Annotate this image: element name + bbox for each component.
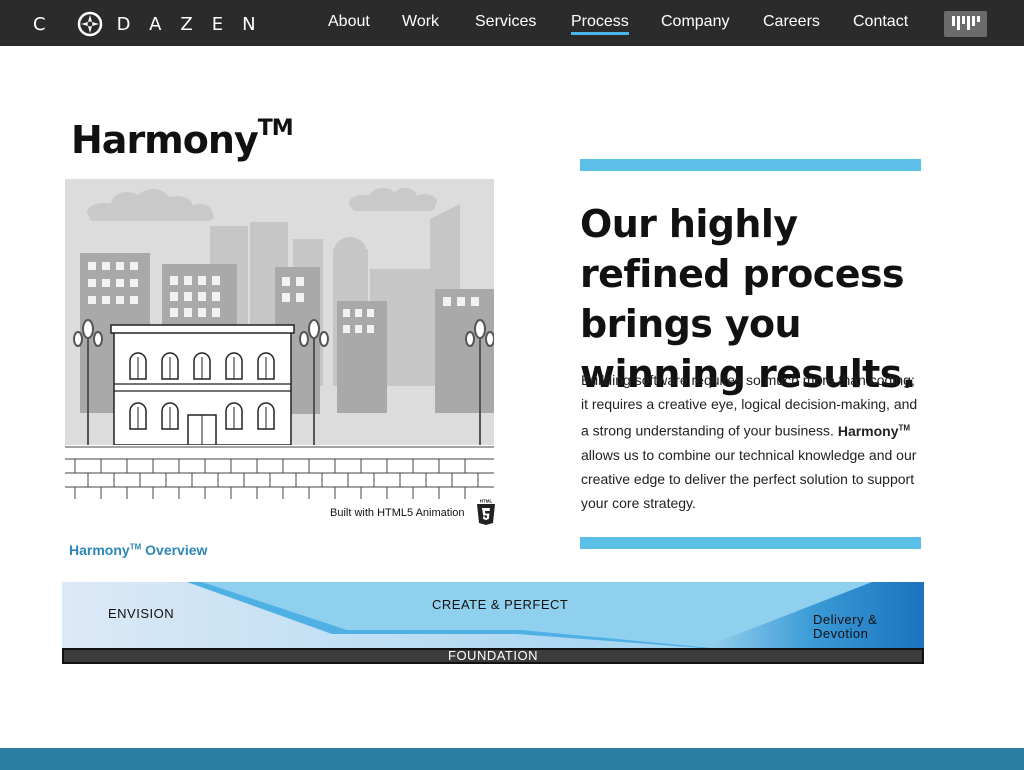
logo-wordmark: DAZEN xyxy=(116,13,275,35)
harmony-strong: HarmonyTM xyxy=(837,422,911,439)
codazen-logo[interactable]: C DAZEN xyxy=(33,11,275,37)
html5-icon: HTML xyxy=(477,499,495,525)
stage-foundation: FOUNDATION xyxy=(62,648,924,664)
logo-letter: C xyxy=(33,13,65,35)
logo-compass-icon xyxy=(77,11,102,37)
accent-bar-top xyxy=(580,159,921,171)
harmony-city-animation xyxy=(65,179,494,527)
nav-work[interactable]: Work xyxy=(402,13,439,31)
nav-about[interactable]: About xyxy=(328,13,370,31)
stage-create-perfect: CREATE & PERFECT xyxy=(432,597,569,612)
codazen-bars-icon xyxy=(952,16,980,30)
nav-contact[interactable]: Contact xyxy=(853,13,908,31)
accent-bar-bottom xyxy=(580,537,921,549)
harmony-overview-link[interactable]: HarmonyTM Overview xyxy=(69,542,207,558)
top-navbar: C DAZEN About Work Services Process Comp… xyxy=(0,0,1024,46)
nav-careers[interactable]: Careers xyxy=(763,13,820,31)
body-copy: Building software requires so much more … xyxy=(581,372,918,511)
nav-company[interactable]: Company xyxy=(661,13,729,31)
footer-strip xyxy=(0,748,1024,770)
page-title: HarmonyTM xyxy=(71,116,294,162)
stage-delivery-devotion: Delivery & Devotion xyxy=(813,612,878,641)
nav-process[interactable]: Process xyxy=(571,13,629,35)
nav-services[interactable]: Services xyxy=(475,13,536,31)
menu-button[interactable] xyxy=(944,11,987,37)
stage-envision: ENVISION xyxy=(108,606,175,621)
svg-text:HTML: HTML xyxy=(480,499,493,504)
animation-caption: Built with HTML5 Animation xyxy=(330,507,465,519)
